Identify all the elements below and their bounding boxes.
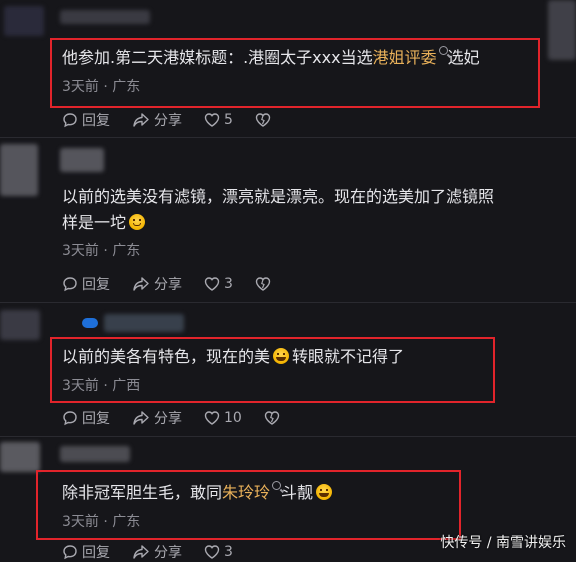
comment-actions: 回复 分享 3 bbox=[62, 274, 297, 294]
fish-badge-icon bbox=[82, 318, 98, 328]
comment-bubble-icon bbox=[63, 113, 77, 128]
comment-meta: 3天前 · 广东 bbox=[62, 514, 141, 530]
watermark: 快传号 / 南雪讲娱乐 bbox=[440, 535, 566, 551]
reply-button[interactable]: 回复 bbox=[62, 542, 110, 562]
reply-button[interactable]: 回复 bbox=[62, 274, 110, 294]
search-icon bbox=[272, 481, 282, 490]
divider bbox=[0, 302, 576, 303]
avatar-blurred bbox=[4, 6, 44, 36]
comment-bubble-icon bbox=[63, 411, 77, 426]
avatar-blurred bbox=[0, 442, 40, 472]
reply-button[interactable]: 回复 bbox=[62, 408, 110, 428]
like-count: 10 bbox=[224, 410, 242, 426]
share-arrow-icon bbox=[133, 277, 149, 291]
username-blurred bbox=[60, 446, 130, 462]
avatar-blurred bbox=[548, 0, 576, 60]
comment-text: 他参加.第二天港媒标题：.港圈太子xxx当选港姐评委 选妃 bbox=[62, 46, 480, 67]
laughing-emoji-icon bbox=[273, 348, 290, 364]
search-icon bbox=[438, 46, 448, 55]
laughing-emoji-icon bbox=[316, 484, 333, 500]
username-blurred bbox=[104, 314, 184, 332]
dislike-button[interactable] bbox=[255, 276, 275, 292]
share-button[interactable]: 分享 bbox=[132, 274, 182, 294]
comment-text: 以前的选美没有滤镜，漂亮就是漂亮。现在的选美加了滤镜照 样是一坨 bbox=[62, 187, 495, 232]
divider bbox=[0, 436, 576, 437]
share-arrow-icon bbox=[133, 411, 149, 425]
username-blurred bbox=[60, 10, 150, 24]
share-button[interactable]: 分享 bbox=[132, 408, 182, 428]
divider bbox=[0, 137, 576, 138]
like-button[interactable]: 10 bbox=[204, 410, 242, 426]
heart-icon bbox=[204, 411, 220, 425]
like-count: 3 bbox=[224, 544, 233, 560]
comment-actions: 回复 分享 5 bbox=[62, 110, 297, 130]
broken-heart-icon bbox=[255, 277, 271, 291]
avatar-blurred bbox=[0, 310, 40, 340]
comment-actions: 回复 分享 10 bbox=[62, 408, 306, 428]
broken-heart-icon bbox=[255, 113, 271, 127]
share-button[interactable]: 分享 bbox=[132, 542, 182, 562]
like-count: 3 bbox=[224, 276, 233, 292]
dislike-button[interactable] bbox=[264, 410, 284, 426]
comment-meta: 3天前 · 广东 bbox=[62, 79, 141, 95]
avatar-blurred bbox=[0, 144, 38, 196]
comment-text: 以前的美各有特色，现在的美 转眼就不记得了 bbox=[62, 347, 405, 366]
like-button[interactable]: 5 bbox=[204, 112, 233, 128]
username-blurred bbox=[60, 148, 104, 172]
broken-heart-icon bbox=[264, 411, 280, 425]
reply-button[interactable]: 回复 bbox=[62, 110, 110, 130]
comment-actions: 回复 分享 3 bbox=[62, 542, 255, 562]
heart-icon bbox=[204, 113, 220, 127]
comment-bubble-icon bbox=[63, 277, 77, 292]
comment-bubble-icon bbox=[63, 545, 77, 560]
comment-meta: 3天前 · 广西 bbox=[62, 378, 141, 394]
share-button[interactable]: 分享 bbox=[132, 110, 182, 130]
heart-icon bbox=[204, 277, 220, 291]
comment-meta: 3天前 · 广东 bbox=[62, 243, 141, 259]
smile-emoji-icon bbox=[129, 214, 146, 230]
like-button[interactable]: 3 bbox=[204, 544, 233, 560]
share-arrow-icon bbox=[133, 545, 149, 559]
like-count: 5 bbox=[224, 112, 233, 128]
search-keyword-link[interactable]: 港姐评委 bbox=[373, 48, 437, 67]
share-arrow-icon bbox=[133, 113, 149, 127]
comment-text: 除非冠军胆生毛，敢同朱玲玲 斗靓 bbox=[62, 480, 335, 506]
dislike-button[interactable] bbox=[255, 112, 275, 128]
like-button[interactable]: 3 bbox=[204, 276, 233, 292]
search-keyword-link[interactable]: 朱玲玲 bbox=[222, 483, 270, 502]
heart-icon bbox=[204, 545, 220, 559]
